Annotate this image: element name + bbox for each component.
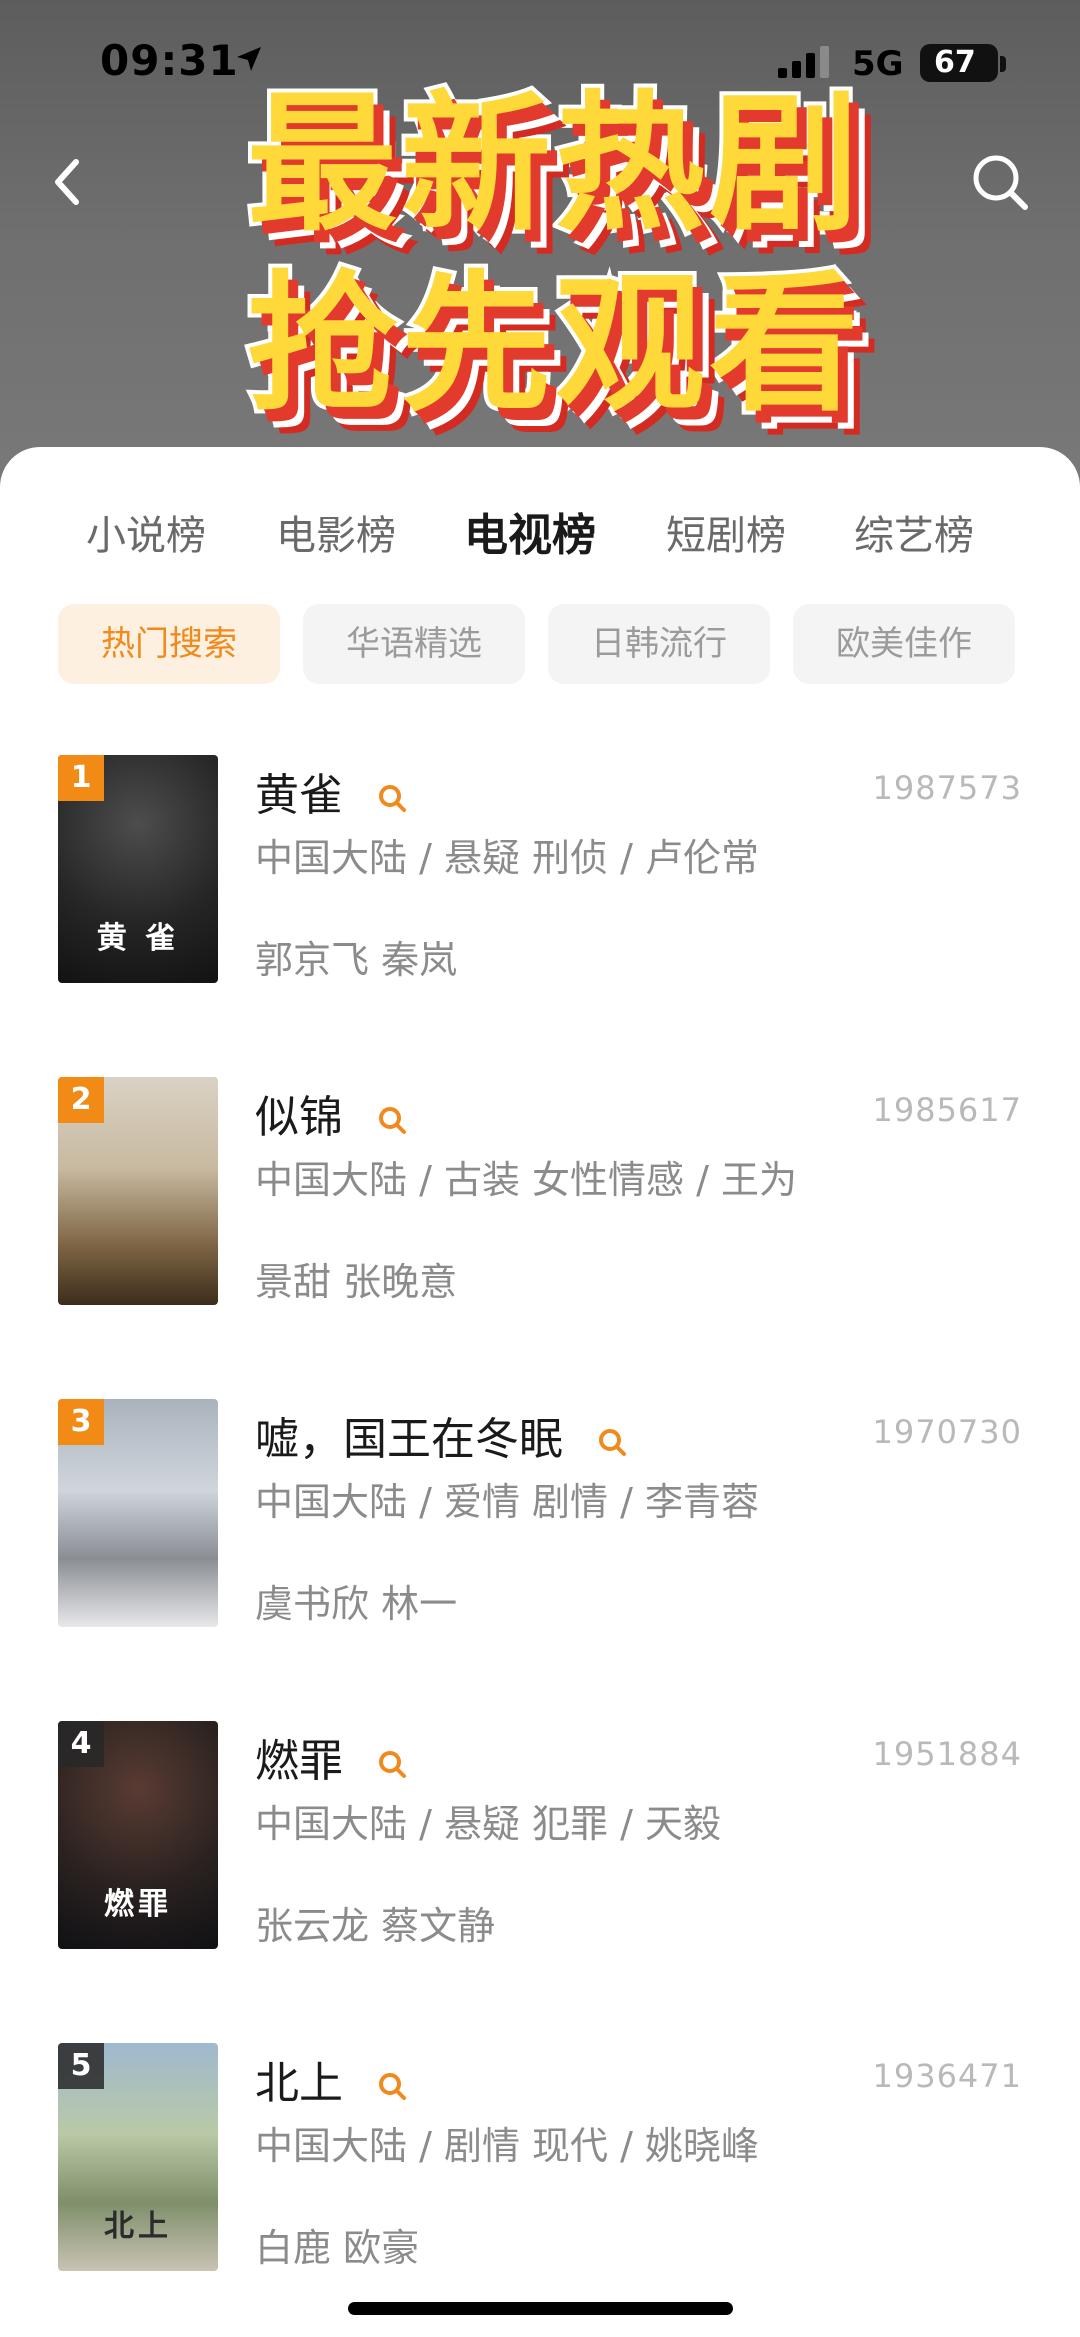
tab-variety[interactable]: 综艺榜 xyxy=(854,503,974,561)
item-cast: 郭京飞 秦岚 xyxy=(255,938,458,982)
list-item[interactable]: 4 燃罪 燃罪 1951884 中国大陆 / 悬疑 犯罪 / 天毅 张云龙 蔡文… xyxy=(0,1721,1080,1951)
location-arrow-icon xyxy=(237,47,261,71)
list-item[interactable]: 2 似锦 1985617 中国大陆 / 古装 女性情感 / 王为 景甜 张晚意 xyxy=(0,1077,1080,1307)
battery-level: 67 xyxy=(934,45,976,80)
rank-badge: 3 xyxy=(58,1399,104,1445)
back-button[interactable] xyxy=(40,150,94,214)
signal-icon xyxy=(778,46,829,78)
item-title[interactable]: 似锦 xyxy=(255,1081,407,1145)
item-title[interactable]: 北上 xyxy=(255,2047,407,2111)
filter-chinese[interactable]: 华语精选 xyxy=(303,604,525,684)
battery-tip xyxy=(1000,56,1006,72)
filter-western[interactable]: 欧美佳作 xyxy=(793,604,1015,684)
poster-image[interactable]: 3 xyxy=(58,1399,218,1627)
battery-icon: 67 xyxy=(920,44,998,82)
list-item[interactable]: 3 嘘，国王在冬眠 1970730 中国大陆 / 爱情 剧情 / 李青蓉 虞书欣… xyxy=(0,1399,1080,1629)
banner-line-1: 最新热剧 xyxy=(243,74,863,256)
item-title[interactable]: 黄雀 xyxy=(255,759,407,823)
rank-badge: 5 xyxy=(58,2043,104,2089)
search-button[interactable] xyxy=(968,150,1032,214)
content-sheet: 小说榜 电影榜 电视榜 短剧榜 综艺榜 热门搜索 华语精选 日韩流行 欧美佳作 … xyxy=(0,447,1080,2337)
poster-image[interactable]: 1 黄 雀 xyxy=(58,755,218,983)
tab-short-drama[interactable]: 短剧榜 xyxy=(666,503,786,561)
item-title[interactable]: 燃罪 xyxy=(255,1725,407,1789)
poster-image[interactable]: 5 北上 xyxy=(58,2043,218,2271)
heat-score: 1951884 xyxy=(872,1735,1022,1773)
heat-score: 1987573 xyxy=(872,769,1022,807)
home-indicator[interactable] xyxy=(348,2302,733,2315)
item-title-text: 北上 xyxy=(255,2058,343,2109)
item-cast: 白鹿 欧豪 xyxy=(255,2226,420,2270)
item-meta: 中国大陆 / 悬疑 刑侦 / 卢伦常 xyxy=(255,836,760,880)
search-icon[interactable] xyxy=(597,1427,627,1457)
search-icon[interactable] xyxy=(377,1105,407,1135)
heat-score: 1936471 xyxy=(872,2057,1022,2095)
banner-line-2: 抢先观看 xyxy=(243,254,863,436)
item-meta: 中国大陆 / 剧情 现代 / 姚晓峰 xyxy=(255,2124,760,2168)
search-icon[interactable] xyxy=(377,2071,407,2101)
rank-badge: 2 xyxy=(58,1077,104,1123)
item-meta: 中国大陆 / 爱情 剧情 / 李青蓉 xyxy=(255,1480,760,1524)
item-title-text: 似锦 xyxy=(255,1092,343,1143)
rank-badge: 4 xyxy=(58,1721,104,1767)
search-icon[interactable] xyxy=(377,783,407,813)
item-meta: 中国大陆 / 悬疑 犯罪 / 天毅 xyxy=(255,1802,722,1846)
poster-image[interactable]: 4 燃罪 xyxy=(58,1721,218,1949)
rank-badge: 1 xyxy=(58,755,104,801)
filter-chips: 热门搜索 华语精选 日韩流行 欧美佳作 xyxy=(58,604,1028,686)
item-cast: 张云龙 蔡文静 xyxy=(255,1904,496,1948)
poster-image[interactable]: 2 xyxy=(58,1077,218,1305)
heat-score: 1970730 xyxy=(872,1413,1022,1451)
list-item[interactable]: 5 北上 北上 1936471 中国大陆 / 剧情 现代 / 姚晓峰 白鹿 欧豪 xyxy=(0,2043,1080,2273)
heat-score: 1985617 xyxy=(872,1091,1022,1129)
poster-title: 黄 雀 xyxy=(96,921,180,956)
item-title-text: 燃罪 xyxy=(255,1736,343,1787)
filter-hot-search[interactable]: 热门搜索 xyxy=(58,604,280,684)
item-title-text: 黄雀 xyxy=(255,770,343,821)
category-tabs: 小说榜 电影榜 电视榜 短剧榜 综艺榜 xyxy=(0,503,1080,573)
search-icon[interactable] xyxy=(377,1749,407,1779)
poster-title: 燃罪 xyxy=(104,1887,172,1922)
poster-title: 北上 xyxy=(104,2209,172,2244)
tab-tv[interactable]: 电视榜 xyxy=(464,499,596,563)
item-title[interactable]: 嘘，国王在冬眠 xyxy=(255,1403,627,1467)
filter-japan-korea[interactable]: 日韩流行 xyxy=(548,604,770,684)
list-item[interactable]: 1 黄 雀 黄雀 1987573 中国大陆 / 悬疑 刑侦 / 卢伦常 郭京飞 … xyxy=(0,755,1080,985)
item-meta: 中国大陆 / 古装 女性情感 / 王为 xyxy=(255,1158,798,1202)
tab-movie[interactable]: 电影榜 xyxy=(276,503,396,561)
tab-novel[interactable]: 小说榜 xyxy=(86,503,206,561)
item-cast: 景甜 张晚意 xyxy=(255,1260,458,1304)
item-cast: 虞书欣 林一 xyxy=(255,1582,458,1626)
promo-banner: 最新热剧 抢先观看 xyxy=(205,74,905,436)
item-title-text: 嘘，国王在冬眠 xyxy=(255,1414,563,1465)
